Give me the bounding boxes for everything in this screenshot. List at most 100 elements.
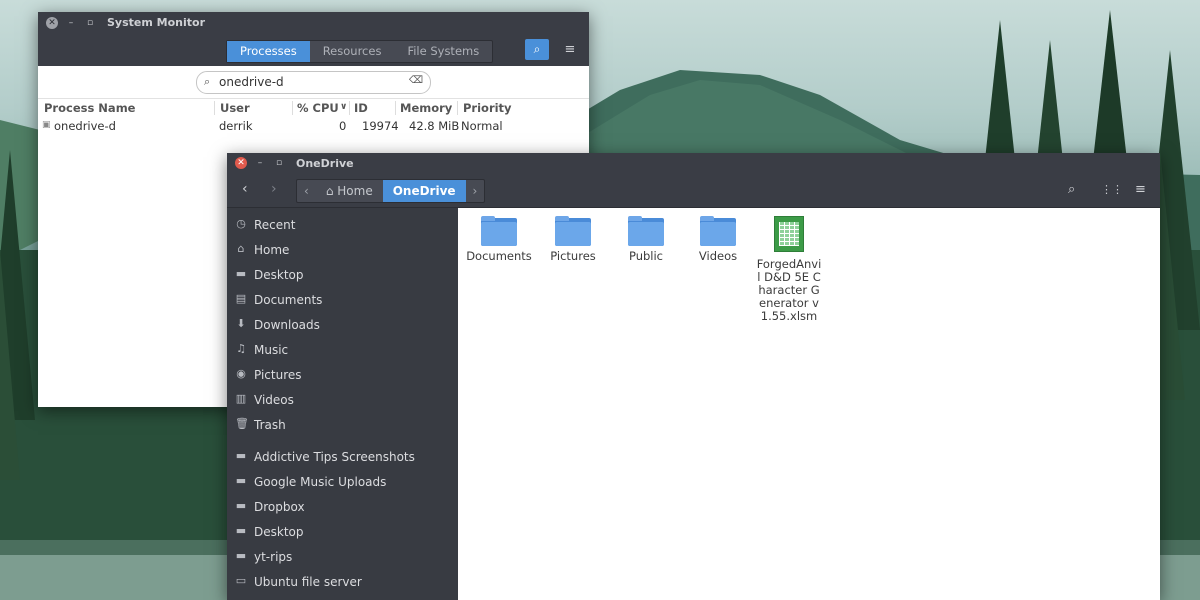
folder-icon: ▬ (235, 524, 247, 537)
column-process-name[interactable]: Process Name (44, 101, 135, 115)
close-icon[interactable]: ✕ (235, 157, 247, 169)
view-switcher: Processes Resources File Systems (226, 40, 494, 63)
sidebar-item-label: Ubuntu file server (254, 575, 362, 589)
maximize-icon[interactable]: ▫ (273, 157, 285, 169)
sidebar-item-desktop[interactable]: ▬ Desktop (227, 263, 458, 288)
sidebar-item-label: Downloads (254, 318, 320, 332)
sidebar-item-label: Desktop (254, 525, 304, 539)
folder-icon: ▬ (235, 474, 247, 487)
sidebar-item-dropbox[interactable]: ▬ Dropbox (227, 495, 458, 520)
system-monitor-headerbar: ✕ – ▫ System Monitor Processes Resources… (38, 12, 589, 66)
grid-view-icon[interactable]: ⋮⋮ (1101, 183, 1123, 196)
minimize-icon[interactable]: – (254, 157, 266, 169)
file-name: ForgedAnvil D&D 5E Character Generator v… (756, 257, 822, 323)
breadcrumb-left-arrow-icon[interactable]: ‹ (297, 180, 316, 202)
sidebar-item-music[interactable]: ♫ Music (227, 338, 458, 363)
process-icon: ▣ (42, 120, 51, 130)
file-item[interactable]: Pictures (535, 216, 611, 263)
column-memory[interactable]: Memory (400, 101, 452, 115)
file-manager-titlebar: ✕ – ▫ OneDrive (227, 153, 1160, 173)
column-id[interactable]: ID (354, 101, 368, 115)
search-icon: ⌕ (533, 42, 541, 56)
sidebar-item-recent[interactable]: ◷ Recent (227, 213, 458, 238)
column-cpu[interactable]: % CPU (297, 101, 339, 115)
search-input[interactable]: ⌕ onedrive-d ⌫ (196, 71, 431, 94)
folder-icon (700, 216, 736, 246)
clock-icon: ◷ (236, 217, 246, 230)
folder-icon (481, 216, 517, 246)
search-toggle-button[interactable]: ⌕ (525, 39, 549, 60)
sidebar-item-label: Trash (254, 418, 286, 432)
file-view: Documents Pictures Public Videos ForgedAnvil… (458, 208, 1160, 600)
sidebar-item-videos[interactable]: ▥ Videos (227, 388, 458, 413)
file-manager-toolbar: ‹ › ‹ ⌂ Home OneDrive › ⌕ ⋮⋮ ≡ (227, 173, 1160, 208)
home-icon: ⌂ (325, 184, 334, 198)
sidebar-item-label: Dropbox (254, 500, 305, 514)
folder-icon (628, 216, 664, 246)
file-item[interactable]: Videos (680, 216, 756, 263)
search-icon[interactable]: ⌕ (1068, 182, 1075, 197)
music-icon: ♫ (236, 342, 246, 355)
clear-search-icon[interactable]: ⌫ (409, 75, 423, 86)
sidebar-item-label: yt-rips (254, 550, 293, 564)
hamburger-menu-icon: ≡ (564, 42, 576, 57)
breadcrumb-home[interactable]: ⌂ Home (316, 180, 383, 202)
file-item[interactable]: ForgedAnvil D&D 5E Character Generator v… (756, 216, 822, 323)
tab-resources[interactable]: Resources (310, 41, 395, 62)
file-name: Public (628, 249, 664, 263)
camera-icon: ◉ (236, 367, 246, 380)
document-icon: ▤ (235, 292, 247, 305)
hamburger-menu-icon[interactable]: ≡ (1135, 182, 1146, 197)
film-icon: ▥ (235, 392, 247, 405)
sidebar-item-label: Google Music Uploads (254, 475, 387, 489)
tab-processes[interactable]: Processes (227, 41, 310, 62)
column-priority[interactable]: Priority (463, 101, 512, 115)
cell-user: derrik (219, 119, 253, 133)
sidebar-item-ubuntu-file-server[interactable]: ▭ Ubuntu file server (227, 570, 458, 595)
drive-icon: ▭ (235, 574, 247, 587)
sidebar-item-documents[interactable]: ▤ Documents (227, 288, 458, 313)
folder-icon (555, 216, 591, 246)
sidebar-item-label: Videos (254, 393, 294, 407)
sidebar-item-addictive-tips-screenshots[interactable]: ▬ Addictive Tips Screenshots (227, 445, 458, 470)
tab-file-systems[interactable]: File Systems (394, 41, 492, 62)
search-icon: ⌕ (204, 75, 211, 88)
sidebar-item-pictures[interactable]: ◉ Pictures (227, 363, 458, 388)
table-row[interactable]: ▣ onedrive-d derrik 0 19974 42.8 MiB Nor… (38, 117, 589, 135)
breadcrumb-onedrive[interactable]: OneDrive (382, 180, 466, 202)
sidebar-item-trash[interactable]: 🗑 Trash (227, 413, 458, 438)
menu-button[interactable]: ≡ (560, 39, 580, 60)
sidebar-item-desktop[interactable]: ▬ Desktop (227, 520, 458, 545)
file-item[interactable]: Documents (461, 216, 537, 263)
minimize-icon[interactable]: – (65, 17, 77, 29)
sort-descending-icon: ∨ (340, 102, 348, 112)
sidebar-item-downloads[interactable]: ⬇ Downloads (227, 313, 458, 338)
download-icon: ⬇ (236, 317, 246, 330)
breadcrumb: ‹ ⌂ Home OneDrive › (296, 179, 486, 203)
home-icon: ⌂ (237, 242, 245, 255)
cell-memory: 42.8 MiB (409, 119, 460, 133)
column-user[interactable]: User (220, 101, 250, 115)
forward-arrow-icon[interactable]: › (271, 181, 277, 197)
back-arrow-icon[interactable]: ‹ (242, 181, 248, 197)
file-name: Documents (466, 249, 532, 263)
sidebar-item-label: Desktop (254, 268, 304, 282)
breadcrumb-right-arrow-icon[interactable]: › (466, 180, 485, 202)
sidebar-item-label: Music (254, 343, 289, 357)
sidebar-item-home[interactable]: ⌂ Home (227, 238, 458, 263)
trash-icon: 🗑 (235, 417, 249, 430)
maximize-icon[interactable]: ▫ (84, 17, 96, 29)
sidebar-item-label: Pictures (254, 368, 302, 382)
folder-icon: ▬ (235, 549, 247, 562)
sidebar-item-label: Addictive Tips Screenshots (254, 450, 415, 464)
window-title: System Monitor (107, 16, 205, 29)
close-icon[interactable]: ✕ (46, 17, 58, 29)
window-title: OneDrive (296, 157, 354, 170)
file-name: Pictures (550, 249, 596, 263)
desktop-folder-icon: ▬ (235, 267, 247, 280)
sidebar-item-google-music-uploads[interactable]: ▬ Google Music Uploads (227, 470, 458, 495)
breadcrumb-home-label: Home (337, 184, 373, 198)
file-item[interactable]: Public (608, 216, 684, 263)
sidebar-item-yt-rips[interactable]: ▬ yt-rips (227, 545, 458, 570)
folder-icon: ▬ (235, 499, 247, 512)
